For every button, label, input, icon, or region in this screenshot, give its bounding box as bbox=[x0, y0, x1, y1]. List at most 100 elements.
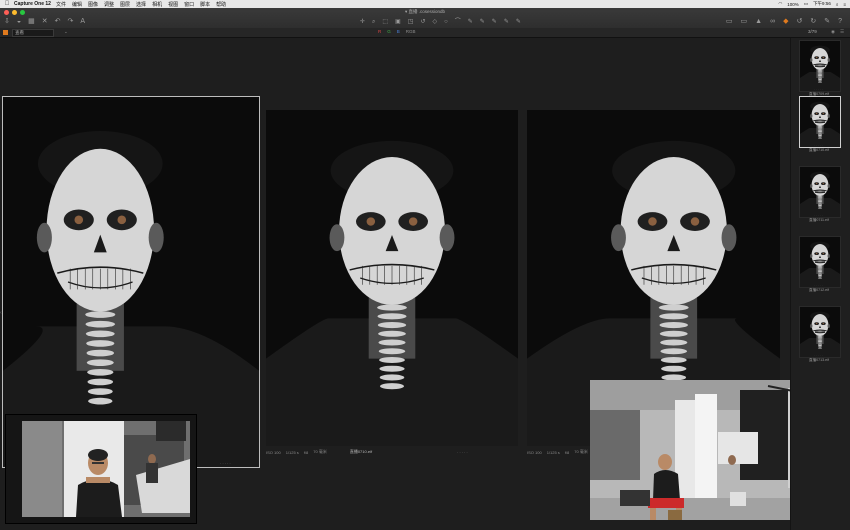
filmstrip-thumbnail[interactable] bbox=[799, 40, 841, 92]
channel-switch: R G B RGB bbox=[378, 29, 416, 34]
portrait-image bbox=[3, 97, 259, 467]
picker-tool-icon[interactable]: ✎ bbox=[492, 19, 497, 25]
menu-view[interactable]: 视图 bbox=[168, 1, 178, 8]
thumbnail-rating-dots[interactable]: ····· bbox=[795, 143, 843, 147]
wifi-icon[interactable]: ◠ bbox=[778, 1, 782, 7]
thumbnail-label: 直播0711.eif bbox=[809, 218, 829, 222]
menu-layer[interactable]: 图层 bbox=[120, 1, 130, 8]
filter-icon[interactable]: ◉ bbox=[831, 29, 835, 35]
help-icon[interactable]: ? bbox=[838, 18, 842, 25]
capture-icon[interactable]: ◒ bbox=[17, 18, 21, 25]
reset-icon[interactable]: ↺ bbox=[796, 18, 802, 25]
thumbnail-rating-dots[interactable]: ····· bbox=[795, 213, 843, 217]
crop-tool-icon[interactable]: ⬚ bbox=[382, 19, 388, 25]
draw-mask-icon[interactable]: ✎ bbox=[516, 19, 521, 25]
spot-tool-icon[interactable]: ◇ bbox=[432, 19, 437, 25]
viewer-icon[interactable]: ▭ bbox=[726, 18, 733, 25]
chevron-down-icon[interactable]: ⌄ bbox=[64, 29, 68, 35]
menu-bar:  Capture One 12 文件 编辑 图像 调整 图层 选择 相机 视图… bbox=[0, 0, 850, 8]
portrait-image bbox=[800, 307, 840, 357]
app-menu[interactable]: Capture One 12 bbox=[14, 1, 51, 7]
webcam-host-image bbox=[6, 415, 196, 523]
menu-select[interactable]: 选择 bbox=[136, 1, 146, 8]
rotate-tool-icon[interactable]: ↺ bbox=[420, 19, 425, 25]
aperture-value: f/8 bbox=[564, 449, 570, 455]
thumbnail-rating-dots[interactable]: ····· bbox=[795, 283, 843, 287]
window-toolbar: ▾ 直播 .cosessiondb ⇩ ◒ ▦ ✕ ↶ ↷ A ✛ ⌕ ⬚ ▣ … bbox=[0, 8, 850, 29]
filmstrip-thumbnail[interactable] bbox=[799, 306, 841, 358]
thumbnail-rating-dots[interactable]: ····· bbox=[795, 87, 843, 91]
portrait-image bbox=[800, 41, 840, 91]
menu-image[interactable]: 图像 bbox=[88, 1, 98, 8]
menu-camera[interactable]: 相机 bbox=[152, 1, 162, 8]
menu-help[interactable]: 帮助 bbox=[216, 1, 226, 8]
text-tool-icon[interactable]: A bbox=[80, 18, 85, 25]
filmstrip-thumbnail[interactable] bbox=[799, 166, 841, 218]
search-icon[interactable]: ⌕ bbox=[836, 2, 839, 7]
delete-icon[interactable]: ✕ bbox=[42, 18, 48, 25]
channel-g[interactable]: G bbox=[387, 29, 391, 34]
iso-value: ISO 100 bbox=[527, 449, 542, 455]
focal-value: 70 毫米 bbox=[574, 449, 588, 454]
menu-window[interactable]: 窗口 bbox=[184, 1, 194, 8]
toolbar-right: ▭ ▭ ▲ ∞ ◆ ↺ ↻ ✎ ? bbox=[726, 18, 842, 25]
filmstrip-thumbnail[interactable] bbox=[799, 96, 841, 148]
focal-value: 70 毫米 bbox=[313, 449, 327, 454]
channel-r[interactable]: R bbox=[378, 29, 381, 34]
menu-script[interactable]: 脚本 bbox=[200, 1, 210, 8]
exposure-warning-icon[interactable]: ▲ bbox=[755, 18, 762, 25]
pan-tool-icon[interactable]: ✛ bbox=[360, 19, 365, 25]
grid-view-icon[interactable] bbox=[3, 30, 8, 35]
sort-icon[interactable]: ☰ bbox=[840, 29, 844, 35]
menu-edit[interactable]: 编辑 bbox=[72, 1, 82, 8]
redo-icon[interactable]: ↷ bbox=[67, 18, 73, 25]
thumbnail-rating-dots[interactable]: ····· bbox=[795, 353, 843, 357]
eraser-tool-icon[interactable]: ✎ bbox=[480, 19, 485, 25]
straighten-tool-icon[interactable]: ▣ bbox=[395, 19, 401, 25]
rating-dots[interactable]: ····· bbox=[220, 461, 232, 466]
copy-adjustments-icon[interactable]: ↻ bbox=[810, 18, 816, 25]
gradient-tool-icon[interactable]: ⌒ bbox=[455, 19, 461, 25]
battery-percent[interactable]: 100% bbox=[787, 2, 799, 7]
menu-file[interactable]: 文件 bbox=[56, 1, 66, 8]
window-title: ▾ 直播 .cosessiondb bbox=[404, 9, 446, 14]
menu-list-icon[interactable]: ≡ bbox=[843, 2, 846, 7]
import-icon[interactable]: ⇩ bbox=[4, 18, 10, 25]
channel-b[interactable]: B bbox=[397, 29, 400, 34]
menu-adjust[interactable]: 调整 bbox=[104, 1, 114, 8]
portrait-image bbox=[800, 97, 840, 147]
filmstrip-panel: 直播0709.eif ····· 直播0710.eif ····· 直播0711.eif… bbox=[790, 38, 850, 530]
apple-menu-icon[interactable]:  bbox=[0, 1, 14, 7]
thumbnail-label: 直播0713.eif bbox=[809, 358, 829, 362]
image-viewer[interactable]: ‹ ····· ISO 100 1/125 s f/8 70 毫米 直播0710… bbox=[0, 38, 838, 530]
annotate-tool-icon[interactable]: ✎ bbox=[504, 19, 509, 25]
aperture-value: f/8 bbox=[303, 449, 309, 455]
compare-icon[interactable]: ▭ bbox=[741, 18, 748, 25]
thumbnail-label: 直播0712.eif bbox=[809, 288, 829, 292]
clock[interactable]: 下午9:56 bbox=[813, 1, 831, 7]
zoom-tool-icon[interactable]: ⌕ bbox=[372, 19, 375, 25]
apply-adjustments-icon[interactable]: ✎ bbox=[824, 18, 830, 25]
undo-icon[interactable]: ↶ bbox=[55, 18, 61, 25]
shutter-value: 1/125 s bbox=[285, 449, 299, 455]
brush-tool-icon[interactable]: ✎ bbox=[468, 19, 473, 25]
rating-dots[interactable]: ····· bbox=[457, 450, 469, 455]
proof-icon[interactable]: ∞ bbox=[770, 18, 775, 25]
thumbnail-label: 直播0710.eif bbox=[809, 148, 829, 152]
view-select[interactable]: 查看 bbox=[12, 29, 54, 37]
filmstrip-thumbnail[interactable] bbox=[799, 236, 841, 288]
battery-icon[interactable]: ▭ bbox=[804, 1, 808, 7]
photo-rating-dots[interactable]: ····· bbox=[220, 459, 232, 467]
photo-second[interactable] bbox=[266, 110, 518, 446]
keystone-tool-icon[interactable]: ◳ bbox=[408, 19, 414, 25]
photo-main-selected[interactable] bbox=[2, 96, 260, 468]
circle-mask-icon[interactable]: ○ bbox=[444, 19, 448, 25]
toolbar-left: ⇩ ◒ ▦ ✕ ↶ ↷ A bbox=[4, 18, 85, 25]
styles-icon[interactable]: ◆ bbox=[783, 18, 788, 25]
webcam-overlay-host bbox=[5, 414, 197, 524]
photo-third-caption: ISO 100 1/125 s f/8 70 毫米 bbox=[527, 448, 588, 456]
filmstrip-tools: ◉ ☰ bbox=[831, 29, 844, 35]
cursor-tools: ✛ ⌕ ⬚ ▣ ◳ ↺ ◇ ○ ⌒ ✎ ✎ ✎ ✎ ✎ bbox=[360, 19, 521, 25]
channel-rgb[interactable]: RGB bbox=[406, 29, 416, 34]
browser-icon[interactable]: ▦ bbox=[28, 18, 35, 25]
